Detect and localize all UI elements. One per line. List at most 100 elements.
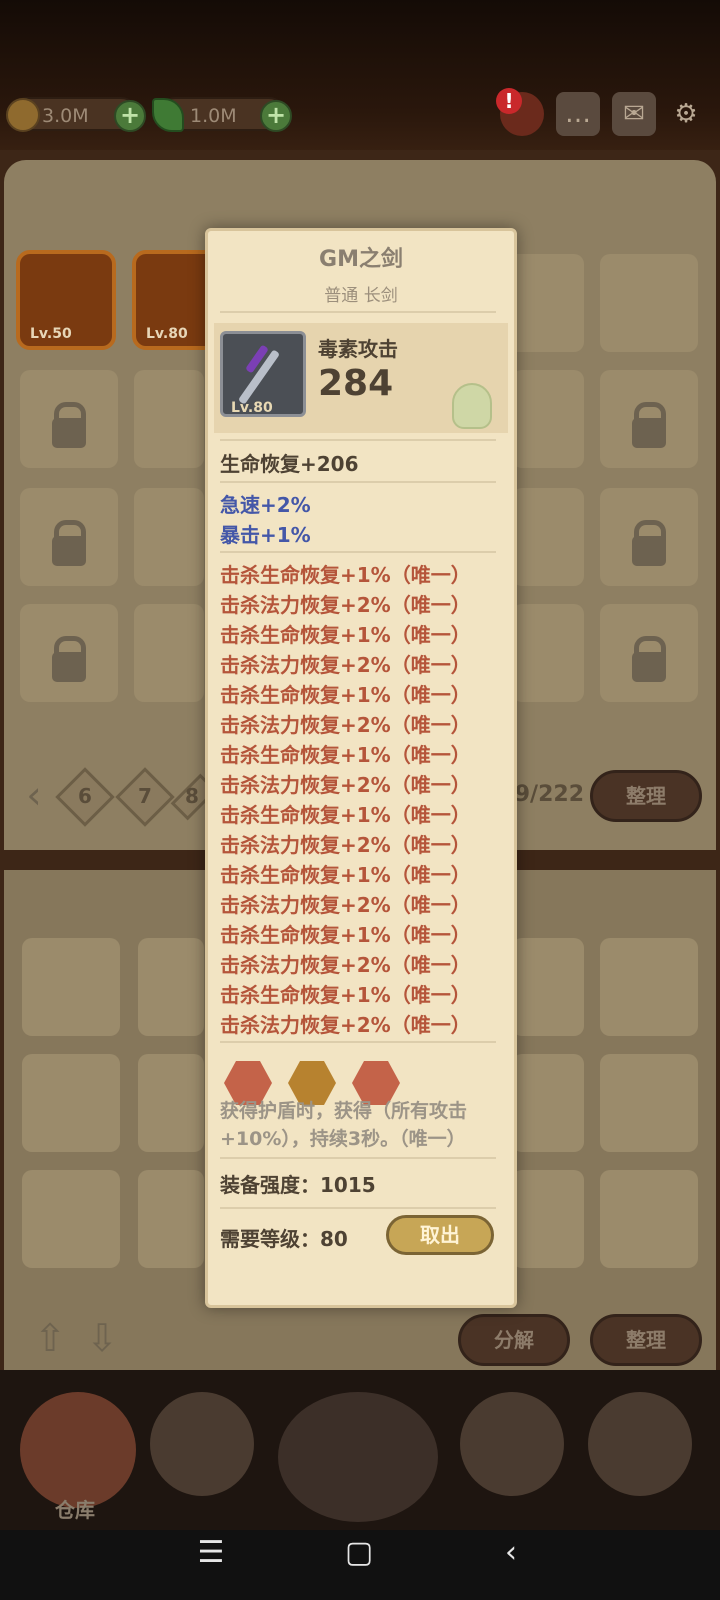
unique-stat: 击杀生命恢复+1%（唯一）	[220, 923, 471, 947]
gear-score: 装备强度：1015	[220, 1173, 376, 1197]
bag-slot[interactable]	[600, 1054, 698, 1152]
back-icon[interactable]: ‹	[486, 1528, 536, 1578]
hero-level-1: Lv.50	[30, 326, 72, 342]
bag-slot[interactable]	[512, 1170, 584, 1268]
decompose-button[interactable]: 分解	[458, 1314, 570, 1366]
unique-stat: 击杀法力恢复+2%（唯一）	[220, 953, 471, 977]
special-effect-description: 获得护盾时，获得（所有攻击+10%），持续3秒。（唯一）	[220, 1100, 468, 1150]
bag-slot[interactable]	[600, 938, 698, 1036]
unique-stat: 击杀生命恢复+1%（唯一）	[220, 863, 471, 887]
locked-slot	[20, 370, 118, 468]
page-number-8: 8	[185, 784, 199, 808]
unique-stat: 击杀法力恢复+2%（唯一）	[220, 833, 471, 857]
top-bar	[0, 0, 720, 160]
nav-warehouse-house-icon[interactable]	[20, 1392, 136, 1508]
lock-icon-body	[632, 652, 666, 682]
take-out-button[interactable]: 取出	[386, 1215, 494, 1255]
alert-badge-icon: !	[496, 88, 522, 114]
add-gold-button[interactable]: +	[114, 100, 146, 132]
hero-slot-1[interactable]: Lv.50	[16, 250, 116, 350]
settings-gear-icon[interactable]: ⚙	[664, 92, 708, 136]
unique-stat: 击杀法力恢复+2%（唯一）	[220, 893, 471, 917]
divider	[220, 439, 496, 441]
required-level: 需要等级：80	[220, 1227, 348, 1251]
bag-slot[interactable]	[22, 938, 120, 1036]
unique-stat: 击杀生命恢复+1%（唯一）	[220, 983, 471, 1007]
chat-icon[interactable]: …	[556, 92, 600, 136]
unique-stat: 击杀法力恢复+2%（唯一）	[220, 653, 471, 677]
bag-slot[interactable]	[138, 1170, 204, 1268]
lock-icon-body	[52, 652, 86, 682]
locked-slot	[512, 488, 584, 586]
gold-coin-icon	[6, 98, 40, 132]
bag-slot[interactable]	[512, 938, 584, 1036]
add-gem-button[interactable]: +	[260, 100, 292, 132]
bag-slot[interactable]	[22, 1170, 120, 1268]
unique-stat: 击杀生命恢复+1%（唯一）	[220, 743, 471, 767]
unique-stat: 击杀法力恢复+2%（唯一）	[220, 773, 471, 797]
nav-tavern-mug-icon[interactable]	[150, 1392, 254, 1496]
divider	[220, 481, 496, 483]
unique-stat: 击杀生命恢复+1%（唯一）	[220, 563, 471, 587]
weapon-level: Lv.80	[231, 400, 273, 416]
bag-slot[interactable]	[22, 1054, 120, 1152]
move-up-arrow-icon[interactable]: ⇧	[30, 1318, 70, 1358]
locked-slot	[134, 604, 204, 702]
locked-slot	[20, 488, 118, 586]
ghost-element-icon	[452, 383, 492, 429]
unique-stat: 击杀生命恢复+1%（唯一）	[220, 683, 471, 707]
locked-slot	[600, 488, 698, 586]
base-stat: 生命恢复+206	[220, 452, 359, 476]
move-down-arrow-icon[interactable]: ⇩	[82, 1318, 122, 1358]
hero-level-2: Lv.80	[146, 326, 188, 342]
main-attribute-box: Lv.80 毒素攻击 284	[214, 323, 508, 433]
locked-slot	[600, 604, 698, 702]
bag-slot[interactable]	[512, 1054, 584, 1152]
mail-icon[interactable]: ✉	[612, 92, 656, 136]
blue-stat: 急速+2%	[220, 493, 311, 517]
nav-warehouse-label: 仓库	[55, 1498, 95, 1522]
nav-forge-anvil-icon[interactable]	[588, 1392, 692, 1496]
locked-slot	[20, 604, 118, 702]
item-name: GM之剑	[319, 247, 403, 272]
storage-slot[interactable]	[600, 254, 698, 352]
lock-icon-body	[632, 536, 666, 566]
unique-stat: 击杀生命恢复+1%（唯一）	[220, 623, 471, 647]
locked-slot	[134, 488, 204, 586]
lock-icon-body	[632, 418, 666, 448]
item-detail-popup: GM之剑 普通 长剑 Lv.80 毒素攻击 284 生命恢复+206 急速+2%…	[205, 228, 517, 1308]
nav-shop-tent-icon[interactable]	[460, 1392, 564, 1496]
unique-stat: 击杀法力恢复+2%（唯一）	[220, 593, 471, 617]
locked-slot	[512, 604, 584, 702]
bag-slot[interactable]	[138, 938, 204, 1036]
divider	[220, 551, 496, 553]
page-number-6: 6	[78, 784, 92, 808]
prev-page-arrow-icon[interactable]: ‹	[14, 775, 54, 815]
item-type: 普通 长剑	[324, 286, 398, 306]
main-attribute-label: 毒素攻击	[318, 337, 398, 361]
gold-amount: 3.0M	[42, 105, 89, 127]
sort-button[interactable]: 整理	[590, 770, 702, 822]
blue-stat: 暴击+1%	[220, 523, 311, 547]
nav-adventure-portal-icon[interactable]	[278, 1392, 438, 1522]
bag-slot[interactable]	[600, 1170, 698, 1268]
locked-slot	[512, 370, 584, 468]
lock-icon-body	[52, 418, 86, 448]
sword-icon: Lv.80	[220, 331, 306, 417]
divider	[220, 1157, 496, 1159]
gem-amount: 1.0M	[190, 105, 237, 127]
locked-slot	[600, 370, 698, 468]
sort-bag-button[interactable]: 整理	[590, 1314, 702, 1366]
main-attribute-value: 284	[318, 363, 394, 404]
home-icon[interactable]: ▢	[334, 1528, 384, 1578]
unique-stat: 击杀法力恢复+2%（唯一）	[220, 1013, 471, 1037]
menu-icon[interactable]: ☰	[186, 1528, 236, 1578]
locked-slot	[134, 370, 204, 468]
divider	[220, 1041, 496, 1043]
divider	[220, 311, 496, 313]
divider	[220, 1207, 496, 1209]
lock-icon-body	[52, 536, 86, 566]
bag-slot[interactable]	[138, 1054, 204, 1152]
unique-stat: 击杀法力恢复+2%（唯一）	[220, 713, 471, 737]
unique-stat: 击杀生命恢复+1%（唯一）	[220, 803, 471, 827]
